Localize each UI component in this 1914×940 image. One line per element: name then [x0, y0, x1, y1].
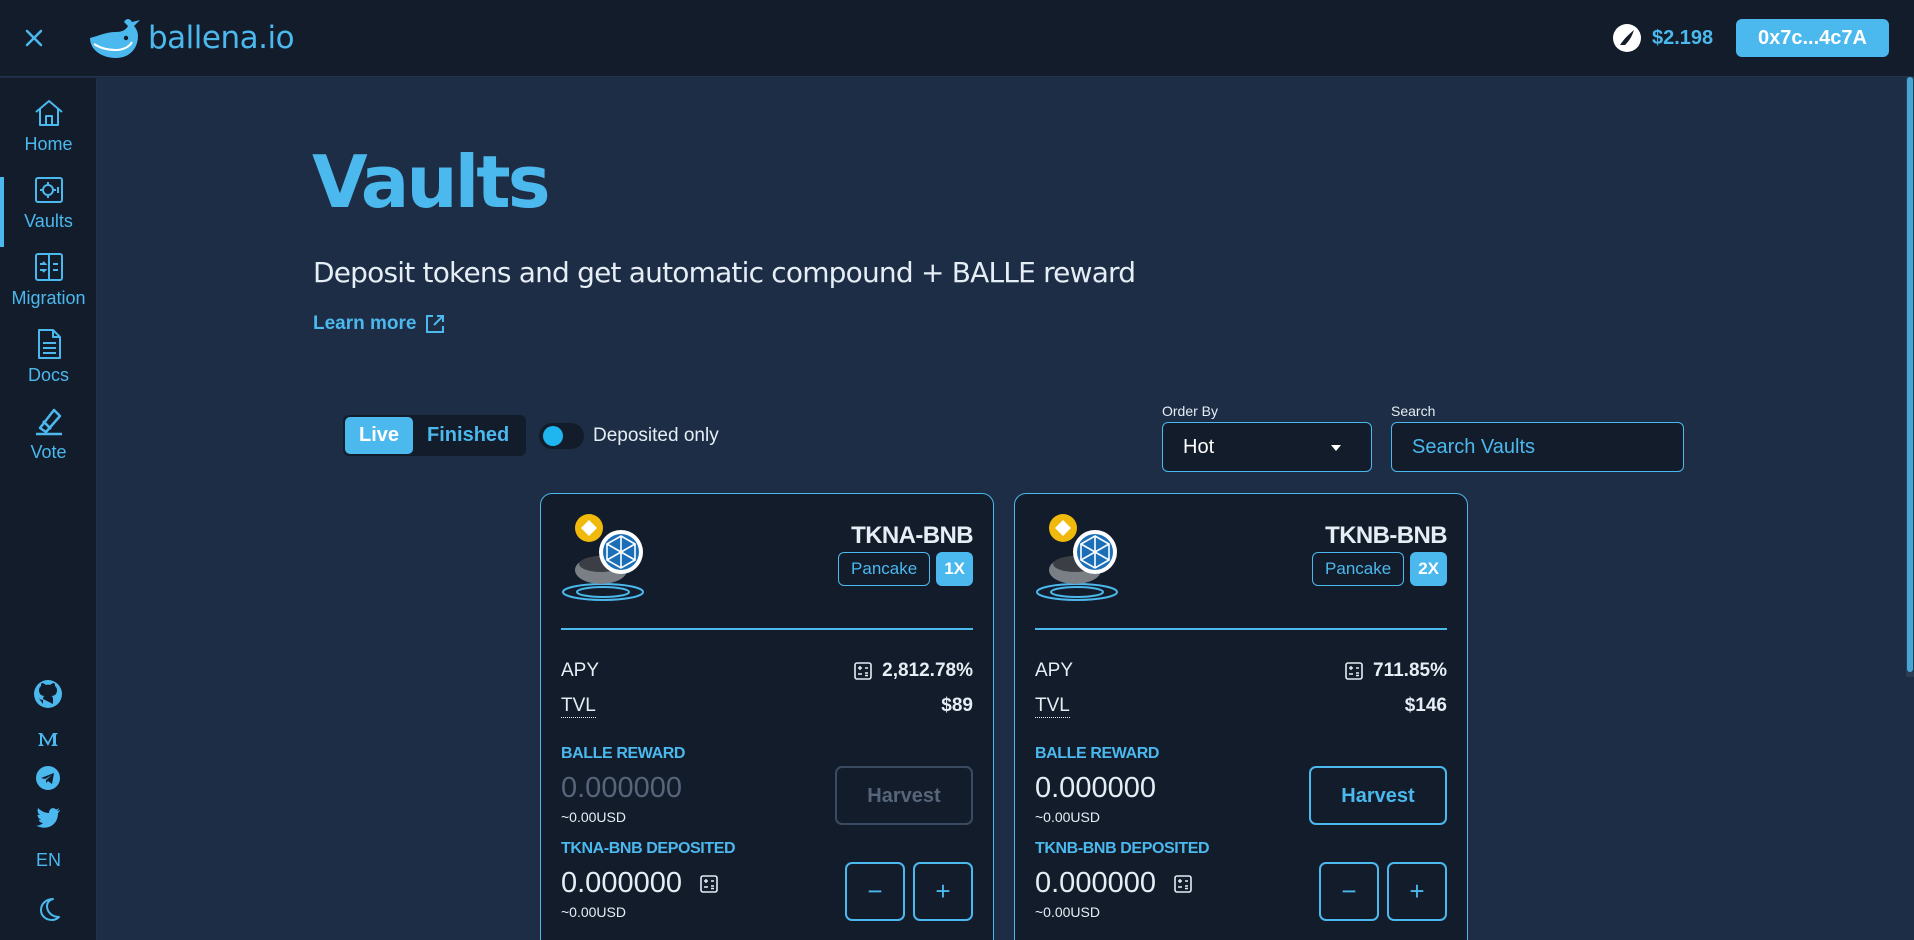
medium-icon[interactable]: [30, 723, 66, 755]
balle-token-icon: [1613, 24, 1641, 52]
sidebar-item-label: Home: [24, 134, 73, 154]
tvl-label[interactable]: TVL: [561, 695, 596, 718]
card-divider: [561, 628, 973, 630]
calculator-icon[interactable]: [1345, 662, 1363, 680]
tvl-value: $89: [941, 695, 973, 716]
token-pair-icon: [1036, 514, 1118, 601]
page-scrollbar[interactable]: [1906, 77, 1914, 677]
logo[interactable]: ballena.io: [86, 14, 295, 62]
price-value: $2.198: [1652, 26, 1714, 49]
deposit-button[interactable]: +: [1387, 862, 1447, 921]
reward-label: BALLE REWARD: [1035, 745, 1160, 762]
status-tabs: Live Finished: [343, 415, 526, 456]
home-icon: [34, 100, 63, 126]
deposited-only-toggle[interactable]: [539, 423, 584, 449]
apy-value: 711.85%: [1373, 660, 1447, 681]
sidebar-item-label: Migration: [11, 288, 86, 308]
close-icon[interactable]: [18, 22, 50, 54]
deposited-usd: ~0.00USD: [561, 904, 626, 920]
tab-live[interactable]: Live: [345, 417, 414, 454]
sidebar-item-vaults[interactable]: Vaults: [0, 173, 97, 247]
tvl-row: TVL $146: [1035, 693, 1447, 719]
learn-more-link[interactable]: Learn more: [313, 313, 446, 335]
platform-badge: Pancake: [838, 552, 931, 586]
tvl-row: TVL $89: [561, 693, 973, 719]
deposited-label: TKNB-BNB DEPOSITED: [1035, 840, 1210, 857]
token-pair-icon: [562, 514, 644, 601]
withdraw-button[interactable]: −: [1319, 862, 1379, 921]
caret-down-icon: [1331, 445, 1341, 456]
deposited-only-label: Deposited only: [593, 425, 719, 446]
sidebar-item-migration[interactable]: Migration: [0, 250, 97, 322]
apy-label: APY: [1035, 660, 1074, 681]
vault-icon: [34, 177, 63, 203]
moon-icon[interactable]: [30, 893, 66, 925]
vote-icon: [35, 408, 62, 436]
sidebar: Home Vaults Migration Docs Vote EN: [0, 78, 97, 940]
search-label: Search: [1391, 403, 1436, 419]
harvest-button[interactable]: Harvest: [835, 766, 973, 825]
order-by-label: Order By: [1162, 403, 1219, 419]
platform-badge: Pancake: [1312, 552, 1405, 586]
deposited-usd: ~0.00USD: [1035, 904, 1100, 920]
multiplier-badge: 2X: [1410, 552, 1447, 586]
deposited-amount: 0.000000: [1035, 867, 1156, 899]
multiplier-badge: 1X: [936, 552, 973, 586]
calculator-icon[interactable]: [1174, 874, 1192, 893]
tab-finished[interactable]: Finished: [413, 417, 523, 454]
twitter-icon[interactable]: [30, 802, 66, 834]
github-icon[interactable]: [30, 678, 66, 710]
docs-icon: [37, 329, 61, 359]
calculator-icon[interactable]: [854, 662, 872, 680]
order-by-select[interactable]: Hot: [1162, 422, 1372, 472]
wallet-button[interactable]: 0x7c...4c7A: [1736, 19, 1889, 57]
token-price: $2.198: [1612, 22, 1713, 54]
reward-usd: ~0.00USD: [561, 809, 626, 825]
reward-label: BALLE REWARD: [561, 745, 686, 762]
language-selector[interactable]: EN: [0, 850, 97, 871]
logo-text: ballena.io: [148, 20, 295, 56]
vault-pair-name: TKNA-BNB: [851, 522, 973, 549]
sidebar-item-label: Docs: [27, 365, 69, 385]
deposited-label: TKNA-BNB DEPOSITED: [561, 840, 736, 857]
reward-amount: 0.000000: [561, 772, 682, 804]
sidebar-item-label: Vote: [30, 442, 67, 462]
order-by-value: Hot: [1183, 436, 1215, 458]
vault-badges: Pancake 1X: [838, 552, 973, 586]
apy-row: APY 711.85%: [1035, 658, 1447, 684]
telegram-icon[interactable]: [30, 762, 66, 794]
sidebar-item-docs[interactable]: Docs: [0, 327, 97, 399]
whale-logo-icon: [90, 19, 140, 58]
page-title: Vaults: [312, 140, 551, 224]
deposited-amount: 0.000000: [561, 867, 682, 899]
calculator-icon[interactable]: [700, 874, 718, 893]
migration-icon: [34, 253, 63, 281]
withdraw-button[interactable]: −: [845, 862, 905, 921]
apy-label: APY: [561, 660, 600, 681]
reward-usd: ~0.00USD: [1035, 809, 1100, 825]
reward-amount: 0.000000: [1035, 772, 1156, 804]
learn-more-label: Learn more: [313, 313, 417, 334]
search-input[interactable]: [1391, 422, 1684, 472]
vault-badges: Pancake 2X: [1312, 552, 1447, 586]
vault-card: TKNA-BNB Pancake 1X APY 2,812.78% TVL $8…: [540, 493, 994, 940]
apy-row: APY 2,812.78%: [561, 658, 973, 684]
top-bar: ballena.io $2.198 0x7c...4c7A: [0, 0, 1914, 77]
page-subtitle: Deposit tokens and get automatic compoun…: [313, 256, 1136, 289]
sidebar-item-home[interactable]: Home: [0, 96, 97, 168]
sidebar-item-vote[interactable]: Vote: [0, 404, 97, 476]
external-link-icon: [426, 315, 445, 333]
deposited-amount-row: 0.000000: [561, 867, 718, 900]
deposited-amount-row: 0.000000: [1035, 867, 1192, 900]
deposit-button[interactable]: +: [913, 862, 973, 921]
vault-pair-name: TKNB-BNB: [1325, 522, 1447, 549]
harvest-button[interactable]: Harvest: [1309, 766, 1447, 825]
sidebar-item-label: Vaults: [24, 211, 73, 231]
tvl-label[interactable]: TVL: [1035, 695, 1070, 718]
tvl-value: $146: [1404, 695, 1447, 716]
apy-value: 2,812.78%: [882, 660, 973, 681]
card-divider: [1035, 628, 1447, 630]
vault-card: TKNB-BNB Pancake 2X APY 711.85% TVL $146…: [1014, 493, 1468, 940]
